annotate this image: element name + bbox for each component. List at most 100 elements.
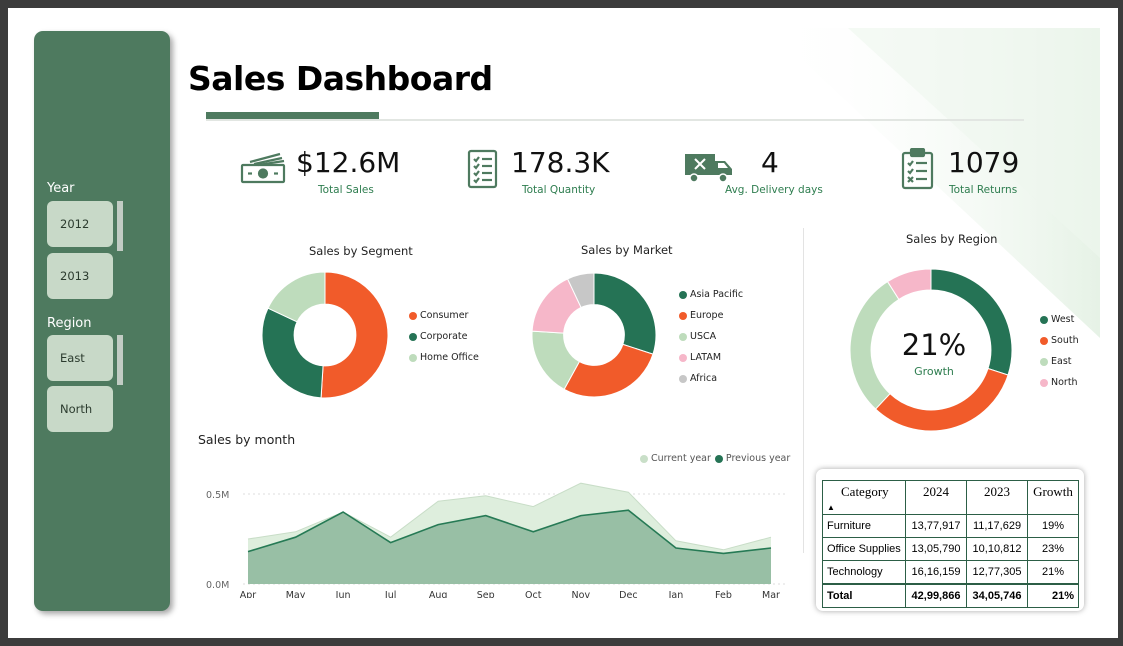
segment-donut-chart — [262, 272, 388, 398]
corporate-legend-dot — [409, 332, 417, 341]
legend-item-west[interactable]: West — [1040, 309, 1079, 330]
segment-legend: Consumer Corporate Home Office — [409, 305, 479, 368]
column-header-2023[interactable]: 2023 — [966, 480, 1028, 515]
year-option-2012[interactable]: 2012 — [47, 201, 113, 247]
legend-item-east[interactable]: East — [1040, 351, 1079, 372]
legend-label-consumer: Consumer — [420, 310, 469, 321]
asia-pacific-legend-dot — [679, 290, 687, 299]
legend-item-usca[interactable]: USCA — [679, 326, 743, 347]
row-2024-value: 13,77,917 — [905, 514, 967, 538]
legend-item-home-office[interactable]: Home Office — [409, 347, 479, 368]
legend-label-africa: Africa — [690, 373, 718, 384]
table-header-row: Category ▲ 2024 2023 Growth — [822, 480, 1079, 515]
row-2024-value: 13,05,790 — [905, 537, 967, 561]
legend-item-africa[interactable]: Africa — [679, 368, 743, 389]
total-quantity-label: Total Quantity — [522, 184, 596, 196]
column-header-growth[interactable]: Growth — [1027, 480, 1079, 515]
table-row: Office Supplies 13,05,790 10,10,812 23% — [822, 537, 1079, 561]
x-tick-label: Nov — [572, 590, 591, 598]
growth-percentage: 21% — [901, 328, 967, 362]
year-filter-label: Year — [47, 181, 75, 196]
legend-label-latam: LATAM — [690, 352, 722, 363]
row-growth-value: 19% — [1027, 514, 1079, 538]
region-filter-label: Region — [47, 316, 92, 331]
region-option-north[interactable]: North — [47, 386, 113, 432]
region-chart-title: Sales by Region — [906, 232, 998, 246]
donut-slice-asia-pacific[interactable] — [593, 273, 656, 355]
x-tick-label: Apr — [240, 590, 257, 598]
money-icon — [240, 152, 286, 184]
south-legend-dot — [1040, 336, 1048, 345]
year-option-2013[interactable]: 2013 — [47, 253, 113, 299]
row-category: Technology — [822, 560, 906, 585]
x-tick-label: Dec — [619, 590, 637, 598]
table-row: Technology 16,16,159 12,77,305 21% — [822, 560, 1079, 585]
north-legend-dot — [1040, 378, 1048, 387]
legend-label-asia-pacific: Asia Pacific — [690, 289, 744, 300]
africa-legend-dot — [679, 374, 687, 383]
total-sales-label: Total Sales — [318, 184, 374, 196]
total-2024-value: 42,99,866 — [905, 583, 967, 608]
row-category: Furniture — [822, 514, 906, 538]
segment-chart-title: Sales by Segment — [309, 244, 413, 258]
legend-label-home-office: Home Office — [420, 352, 479, 363]
x-tick-label: May — [286, 590, 306, 598]
x-tick-label: Feb — [715, 590, 732, 598]
legend-item-europe[interactable]: Europe — [679, 305, 743, 326]
legend-item-north[interactable]: North — [1040, 372, 1079, 393]
filter-sidebar: Year 2012 2013 Region East North — [34, 31, 170, 611]
legend-item-corporate[interactable]: Corporate — [409, 326, 479, 347]
legend-label-north: North — [1051, 377, 1078, 388]
category-growth-table: Category ▲ 2024 2023 Growth Furniture 13,… — [822, 480, 1079, 608]
monthly-chart-title: Sales by month — [198, 432, 296, 447]
category-table-card: Category ▲ 2024 2023 Growth Furniture 13,… — [816, 469, 1084, 611]
total-returns-value: 1079 — [948, 146, 1020, 179]
total-growth-value: 21% — [1027, 583, 1079, 608]
legend-label-corporate: Corporate — [420, 331, 468, 342]
region-option-east[interactable]: East — [47, 335, 113, 381]
market-legend: Asia Pacific Europe USCA LATAM Africa — [679, 284, 743, 389]
x-tick-label: Jan — [668, 590, 684, 598]
east-legend-dot — [1040, 357, 1048, 366]
y-tick-label: 0.5M — [206, 490, 229, 501]
delivery-truck-icon — [685, 154, 732, 183]
usca-legend-dot — [679, 332, 687, 341]
x-tick-label: Sep — [477, 590, 495, 598]
donut-slice-europe[interactable] — [563, 343, 654, 397]
donut-slice-consumer[interactable] — [320, 272, 388, 398]
total-quantity-value: 178.3K — [511, 146, 610, 179]
consumer-legend-dot — [409, 311, 417, 320]
table-total-row: Total 42,99,866 34,05,746 21% — [822, 583, 1079, 608]
legend-label-europe: Europe — [690, 310, 724, 321]
checklist-icon — [467, 149, 498, 189]
donut-slice-corporate[interactable] — [262, 307, 324, 398]
legend-label-east: East — [1051, 356, 1072, 367]
title-underline-accent — [206, 112, 379, 119]
legend-item-latam[interactable]: LATAM — [679, 347, 743, 368]
year-slicer-scrollbar[interactable] — [117, 201, 123, 251]
page-title: Sales Dashboard — [188, 59, 493, 98]
title-underline-track — [206, 119, 1024, 121]
row-2023-value: 12,77,305 — [966, 560, 1028, 585]
column-header-category-text: Category — [841, 484, 889, 499]
sort-ascending-icon[interactable]: ▲ — [827, 503, 835, 512]
x-tick-label: Mar — [762, 590, 780, 598]
region-legend: West South East North — [1040, 309, 1079, 393]
table-row: Furniture 13,77,917 11,17,629 19% — [822, 514, 1079, 538]
legend-item-asia-pacific[interactable]: Asia Pacific — [679, 284, 743, 305]
legend-label-west: West — [1051, 314, 1075, 325]
market-donut-chart — [532, 273, 656, 397]
row-2023-value: 10,10,812 — [966, 537, 1028, 561]
row-2024-value: 16,16,159 — [905, 560, 967, 585]
monthly-area-chart: 0.0M 0.5M Apr May Jun Jul Aug Sep Oct Nov Dec Jan Fe… — [206, 482, 786, 598]
avg-delivery-days-value: 4 — [761, 146, 779, 179]
column-header-2024[interactable]: 2024 — [905, 480, 967, 515]
donut-slice-east[interactable] — [850, 280, 900, 410]
legend-item-consumer[interactable]: Consumer — [409, 305, 479, 326]
column-header-category[interactable]: Category ▲ — [822, 480, 906, 515]
row-growth-value: 21% — [1027, 560, 1079, 585]
total-2023-value: 34,05,746 — [966, 583, 1028, 608]
legend-item-south[interactable]: South — [1040, 330, 1079, 351]
dashboard-canvas: Year 2012 2013 Region East North Sales D… — [8, 8, 1118, 638]
region-slicer-scrollbar[interactable] — [117, 335, 123, 385]
